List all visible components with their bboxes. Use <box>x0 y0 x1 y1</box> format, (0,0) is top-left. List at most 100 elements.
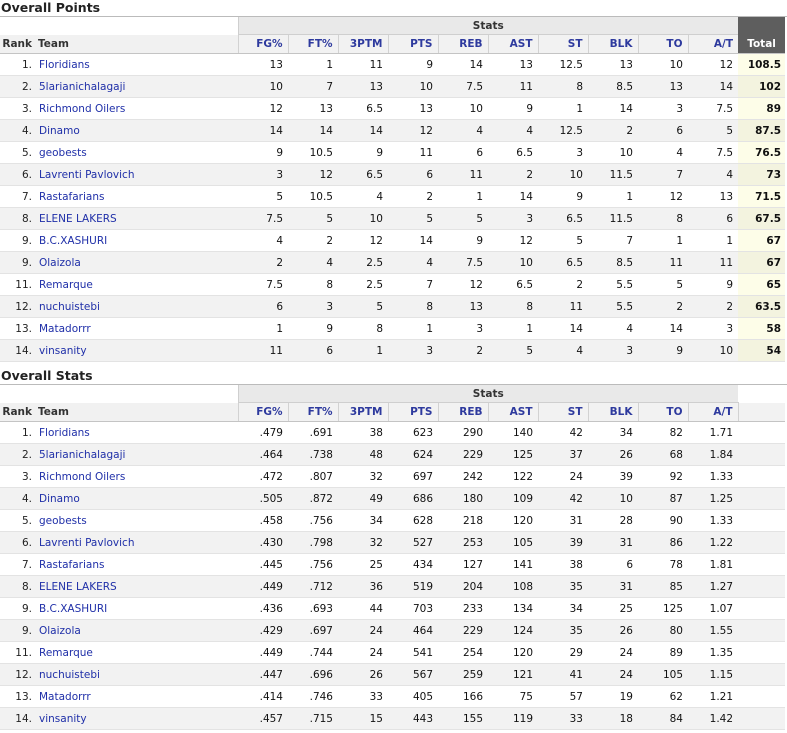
team-link[interactable]: B.C.XASHURI <box>36 229 238 252</box>
stat-cell: 1.27 <box>688 575 739 598</box>
table-row: 4. Dinamo 14 14 14 12 4 4 12.5 2 6 5 87.5 <box>0 119 786 142</box>
stat-header-sort-link[interactable]: 3PTM <box>337 402 388 422</box>
team-link[interactable]: Floridians <box>36 53 238 76</box>
team-link[interactable]: Floridians <box>36 421 238 444</box>
stat-cell: 233 <box>438 597 488 620</box>
team-link[interactable]: vinsanity <box>36 339 238 362</box>
team-link[interactable]: 5larianichalagaji <box>36 75 238 98</box>
row-spacer <box>738 465 786 488</box>
rank-cell: 14. <box>0 339 36 362</box>
stat-cell: 7.5 <box>238 207 288 230</box>
stat-cell: 2 <box>388 185 438 208</box>
team-link[interactable]: ELENE LAKERS <box>36 207 238 230</box>
stat-cell: 155 <box>438 707 488 730</box>
team-link[interactable]: vinsanity <box>36 707 238 730</box>
stat-header-sort-link[interactable]: AST <box>487 402 538 422</box>
total-cell: 102 <box>738 75 786 98</box>
team-link[interactable]: 5larianichalagaji <box>36 443 238 466</box>
team-link[interactable]: nuchuistebi <box>36 295 238 318</box>
stat-cell: 14 <box>688 75 739 98</box>
stat-header-sort-link[interactable]: FT% <box>287 402 338 422</box>
table-row: 12. nuchuistebi 6 3 5 8 13 8 11 5.5 2 2 63.5 <box>0 295 786 318</box>
stat-cell: 4 <box>338 185 388 208</box>
stat-header-sort-link[interactable]: A/T <box>687 402 739 422</box>
stat-cell: 24 <box>338 619 388 642</box>
stat-cell: 80 <box>638 619 688 642</box>
stat-cell: 2 <box>238 251 288 274</box>
row-spacer <box>738 641 786 664</box>
stat-cell: 10 <box>488 251 538 274</box>
stat-cell: 5 <box>688 119 739 142</box>
team-link[interactable]: Lavrenti Pavlovich <box>36 531 238 554</box>
stat-header-sort-link[interactable]: A/T <box>687 34 739 54</box>
team-link[interactable]: Remarque <box>36 273 238 296</box>
stat-cell: 31 <box>588 531 638 554</box>
team-link[interactable]: Rastafarians <box>36 185 238 208</box>
stat-header-sort-link[interactable]: BLK <box>587 34 638 54</box>
stat-cell: 14 <box>638 317 688 340</box>
stat-header-sort-link[interactable]: PTS <box>387 402 438 422</box>
stat-header-sort-link[interactable]: PTS <box>387 34 438 54</box>
stat-header-sort-link[interactable]: REB <box>437 402 488 422</box>
team-link[interactable]: Dinamo <box>36 119 238 142</box>
rank-header: Rank <box>0 402 36 422</box>
stat-header-sort-link[interactable]: TO <box>637 34 688 54</box>
total-cell: 73 <box>738 163 786 186</box>
team-link[interactable]: Matadorrr <box>36 685 238 708</box>
team-link[interactable]: Olaizola <box>36 251 238 274</box>
total-header: Total <box>738 34 786 54</box>
stat-cell: 1.07 <box>688 597 739 620</box>
team-link[interactable]: Olaizola <box>36 619 238 642</box>
team-link[interactable]: Richmond Oilers <box>36 465 238 488</box>
stat-header-sort-link[interactable]: ST <box>537 34 588 54</box>
stat-cell: 14 <box>538 317 588 340</box>
table-row: 6. Lavrenti Pavlovich 3 12 6.5 6 11 2 10 11.5 7 4 73 <box>0 163 786 186</box>
stat-cell: 4 <box>588 317 638 340</box>
team-link[interactable]: Dinamo <box>36 487 238 510</box>
team-link[interactable]: Matadorrr <box>36 317 238 340</box>
stat-cell: 3 <box>588 339 638 362</box>
stat-cell: 1.42 <box>688 707 739 730</box>
total-cell: 87.5 <box>738 119 786 142</box>
stat-cell: 6.5 <box>338 97 388 120</box>
stat-cell: .798 <box>288 531 338 554</box>
stat-header-sort-link[interactable]: FT% <box>287 34 338 54</box>
stat-header-sort-link[interactable]: 3PTM <box>337 34 388 54</box>
team-link[interactable]: Remarque <box>36 641 238 664</box>
stat-cell: 82 <box>638 421 688 444</box>
stat-header-sort-link[interactable]: TO <box>637 402 688 422</box>
stat-cell: 12 <box>488 229 538 252</box>
stat-cell: 87 <box>638 487 688 510</box>
group-spacer <box>0 385 238 403</box>
team-link[interactable]: Richmond Oilers <box>36 97 238 120</box>
rank-cell: 3. <box>0 465 36 488</box>
table-row: 7. Rastafarians 5 10.5 4 2 1 14 9 1 12 13 71.5 <box>0 185 786 208</box>
stat-cell: 204 <box>438 575 488 598</box>
team-header: Team <box>36 402 238 422</box>
stat-header-sort-link[interactable]: REB <box>437 34 488 54</box>
stat-cell: 86 <box>638 531 688 554</box>
stat-header-sort-link[interactable]: FG% <box>237 402 288 422</box>
stat-header-sort-link[interactable]: ST <box>537 402 588 422</box>
stat-cell: 2 <box>538 273 588 296</box>
total-cell: 67.5 <box>738 207 786 230</box>
team-link[interactable]: geobests <box>36 509 238 532</box>
stat-cell: 11 <box>688 251 739 274</box>
stat-cell: 134 <box>488 597 538 620</box>
stat-header-sort-link[interactable]: BLK <box>587 402 638 422</box>
stat-header-sort-link[interactable]: FG% <box>237 34 288 54</box>
row-spacer <box>738 707 786 730</box>
team-link[interactable]: nuchuistebi <box>36 663 238 686</box>
team-link[interactable]: Lavrenti Pavlovich <box>36 163 238 186</box>
stat-cell: 6.5 <box>488 141 538 164</box>
team-link[interactable]: geobests <box>36 141 238 164</box>
team-link[interactable]: Rastafarians <box>36 553 238 576</box>
stat-cell: 28 <box>588 509 638 532</box>
stat-header-sort-link[interactable]: AST <box>487 34 538 54</box>
stat-cell: 35 <box>538 619 588 642</box>
rank-cell: 14. <box>0 707 36 730</box>
total-cell: 67 <box>738 229 786 252</box>
team-link[interactable]: ELENE LAKERS <box>36 575 238 598</box>
team-link[interactable]: B.C.XASHURI <box>36 597 238 620</box>
stat-cell: 8 <box>388 295 438 318</box>
